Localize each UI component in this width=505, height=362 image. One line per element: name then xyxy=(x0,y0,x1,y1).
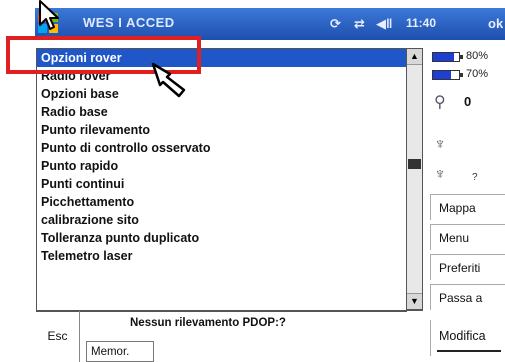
battery-2-label: 70% xyxy=(466,68,489,80)
list-item-punto-rilevamento[interactable]: Punto rilevamento xyxy=(37,121,407,139)
battery-1-label: 80% xyxy=(466,50,489,62)
sync-icon[interactable]: ⟳ xyxy=(330,16,341,32)
options-list[interactable]: Opzioni rover Radio rover Opzioni base R… xyxy=(36,48,407,312)
tripod-icon[interactable]: ♆ xyxy=(434,136,446,154)
list-item-picchettamento[interactable]: Picchettamento xyxy=(37,193,407,211)
edit-button-label: Modifica xyxy=(439,329,486,343)
esc-button[interactable]: Esc xyxy=(36,311,80,362)
switch-to-button[interactable]: Passa a xyxy=(430,284,505,310)
status-message: Nessun rilevamento PDOP:? xyxy=(130,317,286,329)
list-item-radio-base[interactable]: Radio base xyxy=(37,103,407,121)
battery-1[interactable]: 80% xyxy=(432,50,505,64)
status-panel: 80% 70% ⚲ 0 ♆ ♆ ? Mappa Menu Preferiti P… xyxy=(424,42,505,361)
list-item-telemetro-laser[interactable]: Telemetro laser xyxy=(37,247,407,265)
list-item-punto-controllo[interactable]: Punto di controllo osservato xyxy=(37,139,407,157)
scroll-thumb[interactable] xyxy=(408,159,421,169)
radio-status: ? xyxy=(472,172,478,183)
edit-underline xyxy=(437,350,501,352)
app-title: WES I ACCED xyxy=(83,15,175,30)
volume-icon[interactable]: ◀ǁ xyxy=(376,16,392,32)
favorites-button[interactable]: Preferiti xyxy=(430,254,505,280)
list-item-opzioni-base[interactable]: Opzioni base xyxy=(37,85,407,103)
radio-icon[interactable]: ♆ xyxy=(434,166,446,184)
scroll-down-icon[interactable]: ▼ xyxy=(407,293,422,309)
status-icons: ⟳ ⇄ ◀ǁ 11:40 ok xyxy=(330,16,505,34)
ok-icon[interactable]: ok xyxy=(488,16,503,31)
list-item-calibrazione-sito[interactable]: calibrazione sito xyxy=(37,211,407,229)
list-scrollbar[interactable]: ▲ ▼ xyxy=(406,48,423,310)
list-item-punti-continui[interactable]: Punti continui xyxy=(37,175,407,193)
battery-icon xyxy=(432,70,463,80)
scroll-up-icon[interactable]: ▲ xyxy=(407,49,422,65)
arrow-pointer-icon xyxy=(39,0,59,30)
battery-icon xyxy=(432,52,463,62)
satellite-count: 0 xyxy=(464,94,472,109)
signal-icon[interactable]: ⇄ xyxy=(354,16,365,32)
edit-button[interactable]: Modifica xyxy=(430,320,505,356)
battery-2[interactable]: 70% xyxy=(432,68,505,82)
clock[interactable]: 11:40 xyxy=(406,16,436,30)
hand-pointer-icon xyxy=(151,62,186,98)
menu-button[interactable]: Menu xyxy=(430,224,505,250)
memo-button[interactable]: Memor. xyxy=(86,341,154,362)
bottom-bar: Esc Nessun rilevamento PDOP:? Memor. xyxy=(36,310,423,362)
list-item-tolleranza[interactable]: Tolleranza punto duplicato xyxy=(37,229,407,247)
screen: WES I ACCED ⟳ ⇄ ◀ǁ 11:40 ok Opzioni rove… xyxy=(0,0,505,362)
map-button[interactable]: Mappa xyxy=(430,194,505,220)
list-item-punto-rapido[interactable]: Punto rapido xyxy=(37,157,407,175)
satellite-icon[interactable]: ⚲ xyxy=(434,92,446,112)
